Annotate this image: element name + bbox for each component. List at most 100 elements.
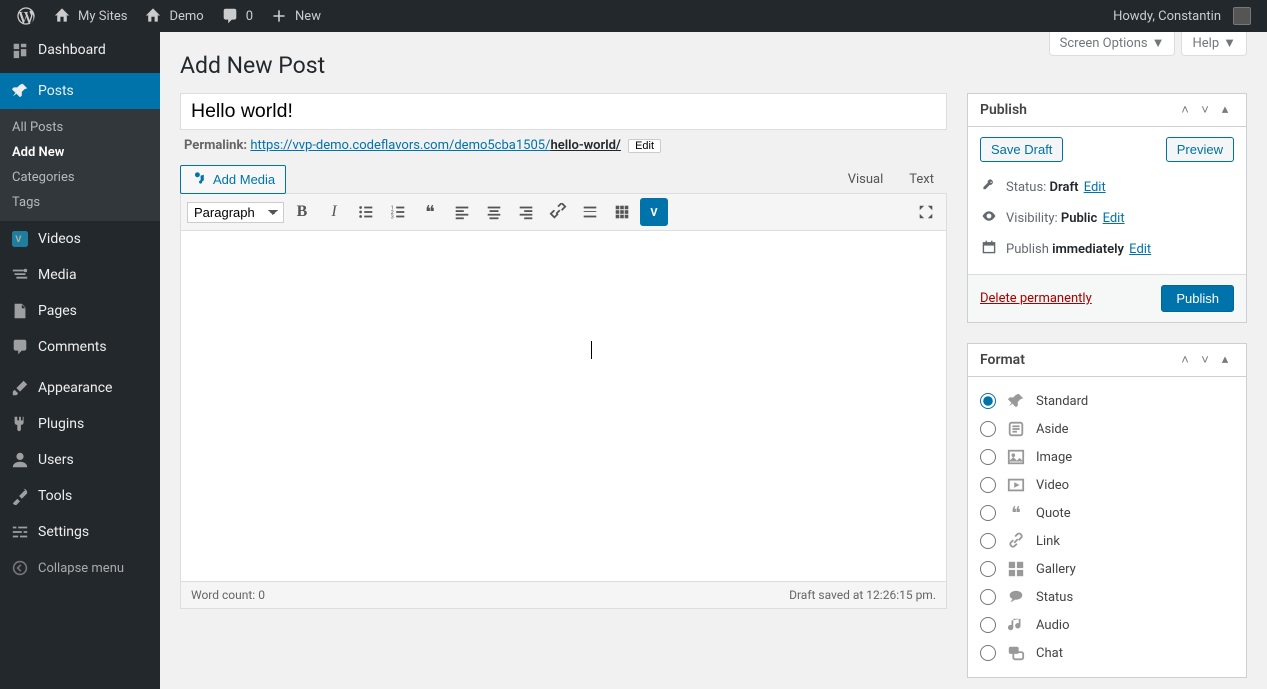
tab-text[interactable]: Text [896, 165, 947, 194]
align-right-button[interactable] [512, 198, 540, 226]
move-up-icon[interactable]: ˄ [1176, 352, 1194, 368]
format-option-aside[interactable]: Aside [980, 415, 1234, 443]
sidebar-item-settings[interactable]: Settings [0, 514, 160, 550]
post-title-input[interactable] [180, 93, 947, 130]
format-option-gallery[interactable]: Gallery [980, 555, 1234, 583]
home-icon [143, 6, 163, 26]
aside-icon [1006, 419, 1026, 439]
format-select[interactable]: Paragraph [187, 202, 284, 223]
read-more-button[interactable] [576, 198, 604, 226]
format-radio[interactable] [980, 561, 996, 577]
sidebar-item-pages[interactable]: Pages [0, 293, 160, 329]
toggle-panel-icon[interactable]: ▴ [1216, 352, 1234, 368]
format-radio[interactable] [980, 421, 996, 437]
format-radio[interactable] [980, 589, 996, 605]
sidebar-item-media[interactable]: Media [0, 257, 160, 293]
format-label: Standard [1036, 394, 1088, 409]
format-radio[interactable] [980, 645, 996, 661]
save-draft-button[interactable]: Save Draft [980, 137, 1063, 162]
format-label: Audio [1036, 618, 1069, 633]
bold-button[interactable]: B [288, 198, 316, 226]
sidebar-item-users[interactable]: Users [0, 442, 160, 478]
format-option-status[interactable]: Status [980, 583, 1234, 611]
collapse-menu[interactable]: Collapse menu [0, 550, 160, 586]
new-label: New [295, 9, 321, 24]
toolbar-toggle-button[interactable] [608, 198, 636, 226]
status-value: Draft [1050, 180, 1079, 195]
vimeo-icon: V [10, 229, 30, 249]
submenu-add-new[interactable]: Add New [0, 140, 160, 165]
sidebar-item-appearance[interactable]: Appearance [0, 370, 160, 406]
format-option-link[interactable]: Link [980, 527, 1234, 555]
format-radio[interactable] [980, 449, 996, 465]
fullscreen-button[interactable] [912, 198, 940, 226]
format-label: Image [1036, 450, 1072, 465]
my-account[interactable]: Howdy, Constantin [1105, 0, 1259, 32]
format-radio[interactable] [980, 477, 996, 493]
publish-button[interactable]: Publish [1161, 285, 1234, 312]
vimeo-button[interactable]: V [640, 198, 668, 226]
my-sites-label: My Sites [78, 9, 127, 24]
format-radio[interactable] [980, 393, 996, 409]
sidebar-item-tools[interactable]: Tools [0, 478, 160, 514]
permalink-base: https://vvp-demo.codeflavors.com/demo5cb… [250, 138, 550, 153]
format-radio[interactable] [980, 617, 996, 633]
permalink-link[interactable]: https://vvp-demo.codeflavors.com/demo5cb… [250, 138, 621, 153]
sidebar-item-posts[interactable]: Posts [0, 73, 160, 109]
sidebar-item-plugins[interactable]: Plugins [0, 406, 160, 442]
new-content-link[interactable]: New [261, 0, 329, 32]
page-icon [10, 301, 30, 321]
format-option-quote[interactable]: ❝Quote [980, 499, 1234, 527]
format-option-image[interactable]: Image [980, 443, 1234, 471]
italic-button[interactable]: I [320, 198, 348, 226]
format-option-standard[interactable]: Standard [980, 387, 1234, 415]
numbered-list-button[interactable]: 123 [384, 198, 412, 226]
help-toggle[interactable]: Help ▼ [1181, 32, 1247, 56]
schedule-value: immediately [1052, 242, 1124, 257]
format-option-audio[interactable]: Audio [980, 611, 1234, 639]
visibility-label: Visibility: [1006, 211, 1061, 226]
add-media-button[interactable]: Add Media [180, 165, 286, 194]
preview-button[interactable]: Preview [1166, 137, 1234, 162]
edit-slug-button[interactable]: Edit [628, 139, 661, 153]
wp-logo[interactable] [8, 0, 44, 32]
move-down-icon[interactable]: ˅ [1196, 352, 1214, 368]
delete-permanently-link[interactable]: Delete permanently [980, 291, 1092, 306]
camera-music-icon [191, 170, 207, 189]
autosave-status: Draft saved at 12:26:15 pm. [789, 588, 936, 602]
tab-visual[interactable]: Visual [835, 165, 897, 194]
editor-content[interactable] [181, 231, 946, 581]
format-radio[interactable] [980, 505, 996, 521]
sidebar-label: Tools [38, 488, 72, 504]
align-left-button[interactable] [448, 198, 476, 226]
edit-visibility-link[interactable]: Edit [1103, 211, 1125, 226]
format-radio[interactable] [980, 533, 996, 549]
move-up-icon[interactable]: ˄ [1176, 102, 1194, 118]
toggle-panel-icon[interactable]: ▴ [1216, 102, 1234, 118]
wrench-icon [10, 486, 30, 506]
sidebar-label: Pages [38, 303, 77, 319]
submenu-categories[interactable]: Categories [0, 165, 160, 190]
submenu-tags[interactable]: Tags [0, 190, 160, 215]
format-option-chat[interactable]: Chat [980, 639, 1234, 667]
move-down-icon[interactable]: ˅ [1196, 102, 1214, 118]
align-center-button[interactable] [480, 198, 508, 226]
my-sites-link[interactable]: My Sites [44, 0, 135, 32]
comments-link[interactable]: 0 [212, 0, 261, 32]
blockquote-button[interactable]: ❝ [416, 198, 444, 226]
edit-status-link[interactable]: Edit [1084, 180, 1106, 195]
sidebar-item-dashboard[interactable]: Dashboard [0, 32, 160, 68]
avatar [1233, 7, 1251, 25]
submenu-all-posts[interactable]: All Posts [0, 115, 160, 140]
format-option-video[interactable]: Video [980, 471, 1234, 499]
sidebar-item-videos[interactable]: VVideos [0, 221, 160, 257]
quote-icon: ❝ [1006, 503, 1026, 523]
collapse-icon [10, 558, 30, 578]
bullet-list-button[interactable] [352, 198, 380, 226]
link-button[interactable] [544, 198, 572, 226]
sidebar-item-comments[interactable]: Comments [0, 329, 160, 365]
screen-options-toggle[interactable]: Screen Options ▼ [1049, 32, 1176, 56]
site-name-link[interactable]: Demo [135, 0, 211, 32]
permalink-slug: hello-world/ [550, 138, 620, 153]
edit-schedule-link[interactable]: Edit [1129, 242, 1151, 257]
